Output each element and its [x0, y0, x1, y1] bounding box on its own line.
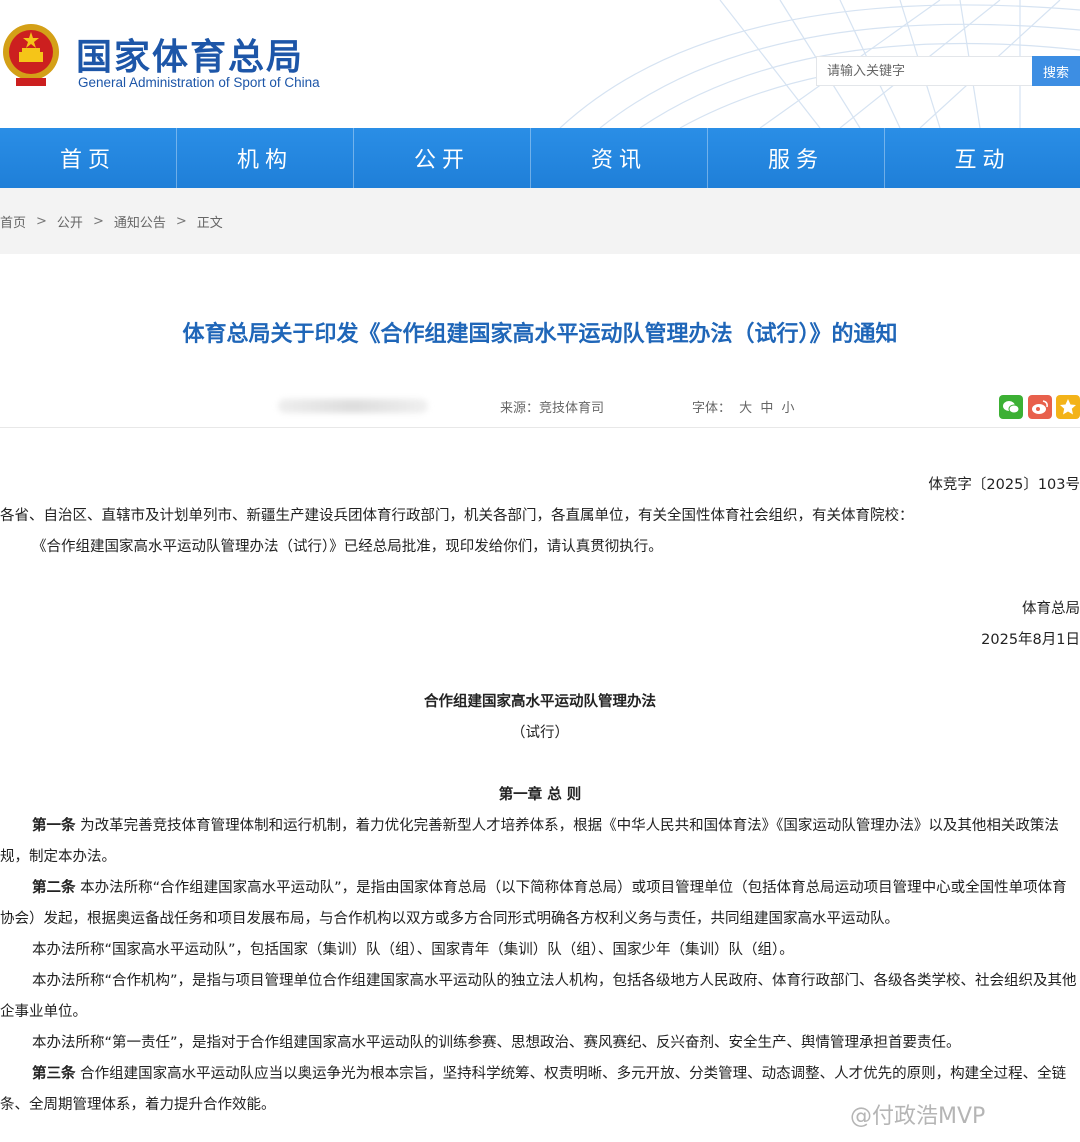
font-size-control: 字体： 大 中 小 [692, 397, 794, 416]
breadcrumb-separator: > [175, 213, 187, 229]
article-1: 第一条 为改革完善竞技体育管理体制和运行机制，着力优化完善新型人才培养体系，根据… [0, 811, 1080, 873]
doc-subtitle: （试行） [511, 725, 569, 741]
article-2: 第二条 本办法所称“合作组建国家高水平运动队”，是指由国家体育总局（以下简称体育… [0, 873, 1080, 935]
nav-item-home[interactable]: 首页 [0, 128, 177, 188]
doc-title: 合作组建国家高水平运动队管理办法 [424, 694, 656, 710]
nav-item-public[interactable]: 公开 [354, 128, 531, 188]
search-button[interactable]: 搜索 [1032, 56, 1080, 86]
nav-item-news[interactable]: 资讯 [531, 128, 708, 188]
breadcrumb-notices[interactable]: 通知公告 [114, 212, 166, 231]
blurred-date [278, 399, 428, 413]
addressee: 各省、自治区、直辖市及计划单列市、新疆生产建设兵团体育行政部门，机关各部门，各直… [0, 508, 914, 524]
breadcrumb-separator: > [36, 213, 47, 229]
article-2-p3: 本办法所称“合作机构”，是指与项目管理单位合作组建国家高水平运动队的独立法人机构… [0, 973, 1077, 1020]
font-size-large[interactable]: 大 [739, 401, 752, 416]
breadcrumb-home[interactable]: 首页 [0, 212, 26, 231]
article-2-p4: 本办法所称“第一责任”，是指对于合作组建国家高水平运动队的训练参赛、思想政治、赛… [32, 1035, 961, 1051]
main-nav: 首页 机构 公开 资讯 服务 互动 [0, 128, 1080, 188]
article-body: 体竞字〔2025〕103号 各省、自治区、直辖市及计划单列市、新疆生产建设兵团体… [0, 470, 1080, 1121]
national-emblem-icon [3, 24, 59, 86]
article-2-label: 第二条 [32, 880, 76, 896]
intro-paragraph: 《合作组建国家高水平运动队管理办法（试行）》已经总局批准，现印发给你们，请认真贯… [32, 539, 663, 555]
breadcrumb-public[interactable]: 公开 [57, 212, 83, 231]
nav-item-interaction[interactable]: 互动 [885, 128, 1080, 188]
font-size-small[interactable]: 小 [781, 401, 794, 416]
date: 2025年8月1日 [981, 632, 1080, 648]
search-input[interactable] [816, 56, 1034, 86]
article-3-label: 第三条 [32, 1066, 76, 1082]
breadcrumb: 首页 > 公开 > 通知公告 > 正文 [0, 188, 1080, 254]
nav-item-services[interactable]: 服务 [708, 128, 885, 188]
article-2-text: 本办法所称“合作组建国家高水平运动队”，是指由国家体育总局（以下简称体育总局）或… [0, 880, 1067, 927]
site-name-en[interactable]: General Administration of Sport of China [78, 75, 320, 90]
doc-number: 体竞字〔2025〕103号 [928, 477, 1080, 493]
article-1-text: 为改革完善竞技体育管理体制和运行机制，着力优化完善新型人才培养体系，根据《中华人… [0, 818, 1059, 865]
weibo-share-icon[interactable] [1028, 395, 1052, 419]
article-2-p2: 本办法所称“国家高水平运动队”，包括国家（集训）队（组）、国家青年（集训）队（组… [32, 942, 794, 958]
font-size-label: 字体： [692, 401, 732, 416]
breadcrumb-separator: > [92, 213, 104, 229]
article-meta: 来源：竞技体育司 字体： 大 中 小 [0, 385, 1080, 428]
site-header: 国家体育总局 General Administration of Sport o… [0, 0, 1080, 128]
wechat-share-icon[interactable] [999, 395, 1023, 419]
meta-divider [0, 427, 1080, 428]
watermark: @付政浩MVP [850, 1104, 986, 1129]
chapter-heading: 第一章 总 则 [498, 787, 582, 803]
breadcrumb-current: 正文 [196, 215, 223, 231]
signature: 体育总局 [1022, 601, 1080, 617]
article-1-label: 第一条 [32, 818, 76, 834]
article-source: 来源：竞技体育司 [500, 401, 605, 416]
font-size-medium[interactable]: 中 [760, 401, 773, 416]
site-name-cn[interactable]: 国家体育总局 [76, 28, 304, 80]
article-title: 体育总局关于印发《合作组建国家高水平运动队管理办法（试行）》的通知 [182, 322, 898, 347]
nav-item-organization[interactable]: 机构 [177, 128, 354, 188]
qzone-share-icon[interactable] [1056, 395, 1080, 419]
